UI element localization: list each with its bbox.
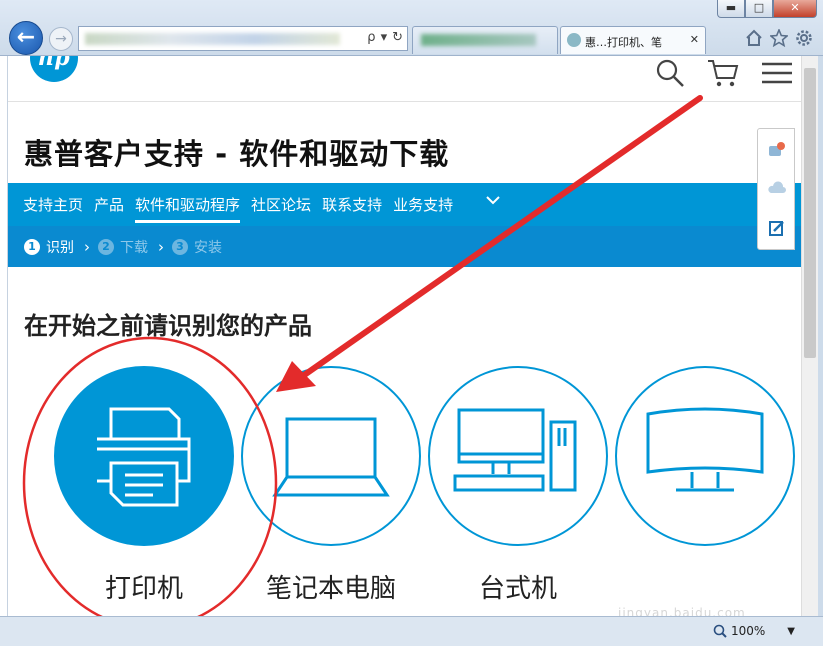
browser-toolbar <box>745 29 813 47</box>
star-icon[interactable] <box>770 29 788 47</box>
edit-icon[interactable] <box>768 219 786 237</box>
browser-tab-2[interactable]: 惠…打印机、笔 ✕ <box>560 26 706 54</box>
browser-chrome: ▬ □ ✕ ← → ρ ▾ ↻ 惠…打印机、笔 ✕ <box>0 0 823 56</box>
search-icon[interactable] <box>655 58 685 88</box>
tab-label-redacted <box>421 34 536 46</box>
zoom-level: 100% <box>730 624 766 638</box>
laptop-icon <box>272 417 390 497</box>
tab-favicon-icon <box>567 33 581 47</box>
main-nav: 支持主页 产品 软件和驱动程序 社区论坛 联系支持 业务支持 <box>8 183 801 226</box>
window-frame-right <box>818 56 823 626</box>
step-1-label: 识别 <box>46 239 74 256</box>
step-2-number: 2 <box>98 238 114 255</box>
back-button[interactable]: ← <box>9 21 43 55</box>
refresh-icon[interactable]: ↻ <box>392 30 403 45</box>
maximize-button[interactable]: □ <box>745 0 773 18</box>
chevron-down-icon[interactable] <box>484 191 502 209</box>
step-3-number: 3 <box>172 238 188 255</box>
web-page: hp 惠普客户支持 - 软件和驱动下载 支持主页 产品 软件和驱动程序 社区论坛… <box>7 56 801 616</box>
product-card-laptop[interactable]: 笔记本电脑 <box>241 366 421 605</box>
header-divider <box>8 101 801 102</box>
forward-button[interactable]: → <box>49 27 73 51</box>
home-icon[interactable] <box>745 29 763 47</box>
vertical-scrollbar[interactable] <box>801 56 818 616</box>
menu-icon[interactable] <box>761 61 793 85</box>
identify-product-heading: 在开始之前请识别您的产品 <box>24 312 312 340</box>
address-url-redacted <box>85 33 340 45</box>
step-indicator: 1 识别 › 2 下载 › 3 安装 <box>8 226 801 267</box>
cart-icon[interactable] <box>707 58 739 88</box>
cloud-icon[interactable] <box>768 179 786 197</box>
hp-logo[interactable]: hp <box>30 56 78 82</box>
header-icons <box>655 58 793 88</box>
product-label: 笔记本电脑 <box>265 574 396 604</box>
address-bar[interactable]: ρ ▾ ↻ <box>78 26 408 51</box>
desktop-icon <box>453 408 577 492</box>
step-1-number: 1 <box>24 238 40 255</box>
status-bar: 100% ▼ <box>0 616 823 646</box>
page-title: 惠普客户支持 - 软件和驱动下载 <box>24 137 450 171</box>
step-3-label: 安装 <box>194 239 222 256</box>
nav-item-business[interactable]: 业务支持 <box>393 194 453 223</box>
monitor-icon <box>646 407 764 492</box>
product-label: 打印机 <box>104 574 183 604</box>
gear-icon[interactable] <box>795 29 813 47</box>
tab-close-button[interactable]: ✕ <box>690 33 699 46</box>
printer-icon <box>97 407 191 507</box>
tab-label: 惠…打印机、笔 <box>585 36 662 49</box>
chat-icon[interactable] <box>768 141 786 159</box>
product-label: 台式机 <box>478 574 557 604</box>
dropdown-icon[interactable]: ▾ <box>381 30 388 45</box>
chevron-down-icon[interactable]: ▼ <box>787 626 795 637</box>
product-card-printer[interactable]: 打印机 <box>54 366 234 605</box>
minimize-button[interactable]: ▬ <box>717 0 745 18</box>
nav-item-community[interactable]: 社区论坛 <box>251 194 311 223</box>
zoom-control[interactable]: 100% ▼ <box>713 624 795 638</box>
nav-item-software-drivers[interactable]: 软件和驱动程序 <box>135 194 241 223</box>
product-card-desktop[interactable]: 台式机 <box>428 366 608 605</box>
nav-item-products[interactable]: 产品 <box>94 194 124 223</box>
nav-item-contact[interactable]: 联系支持 <box>322 194 382 223</box>
window-controls: ▬ □ ✕ <box>717 0 817 18</box>
feedback-sidebar <box>757 128 795 250</box>
browser-tab-1[interactable] <box>412 26 558 54</box>
search-icon[interactable]: ρ <box>367 30 375 45</box>
product-card-monitor[interactable] <box>615 366 795 568</box>
zoom-icon <box>713 624 727 638</box>
close-window-button[interactable]: ✕ <box>773 0 817 18</box>
step-2-label: 下载 <box>120 239 148 256</box>
nav-item-support-home[interactable]: 支持主页 <box>23 194 83 223</box>
scroll-thumb[interactable] <box>804 68 816 358</box>
step-separator-icon: › <box>158 237 164 256</box>
product-cards: 打印机 笔记本电脑 台式机 <box>8 366 801 616</box>
step-separator-icon: › <box>84 237 90 256</box>
